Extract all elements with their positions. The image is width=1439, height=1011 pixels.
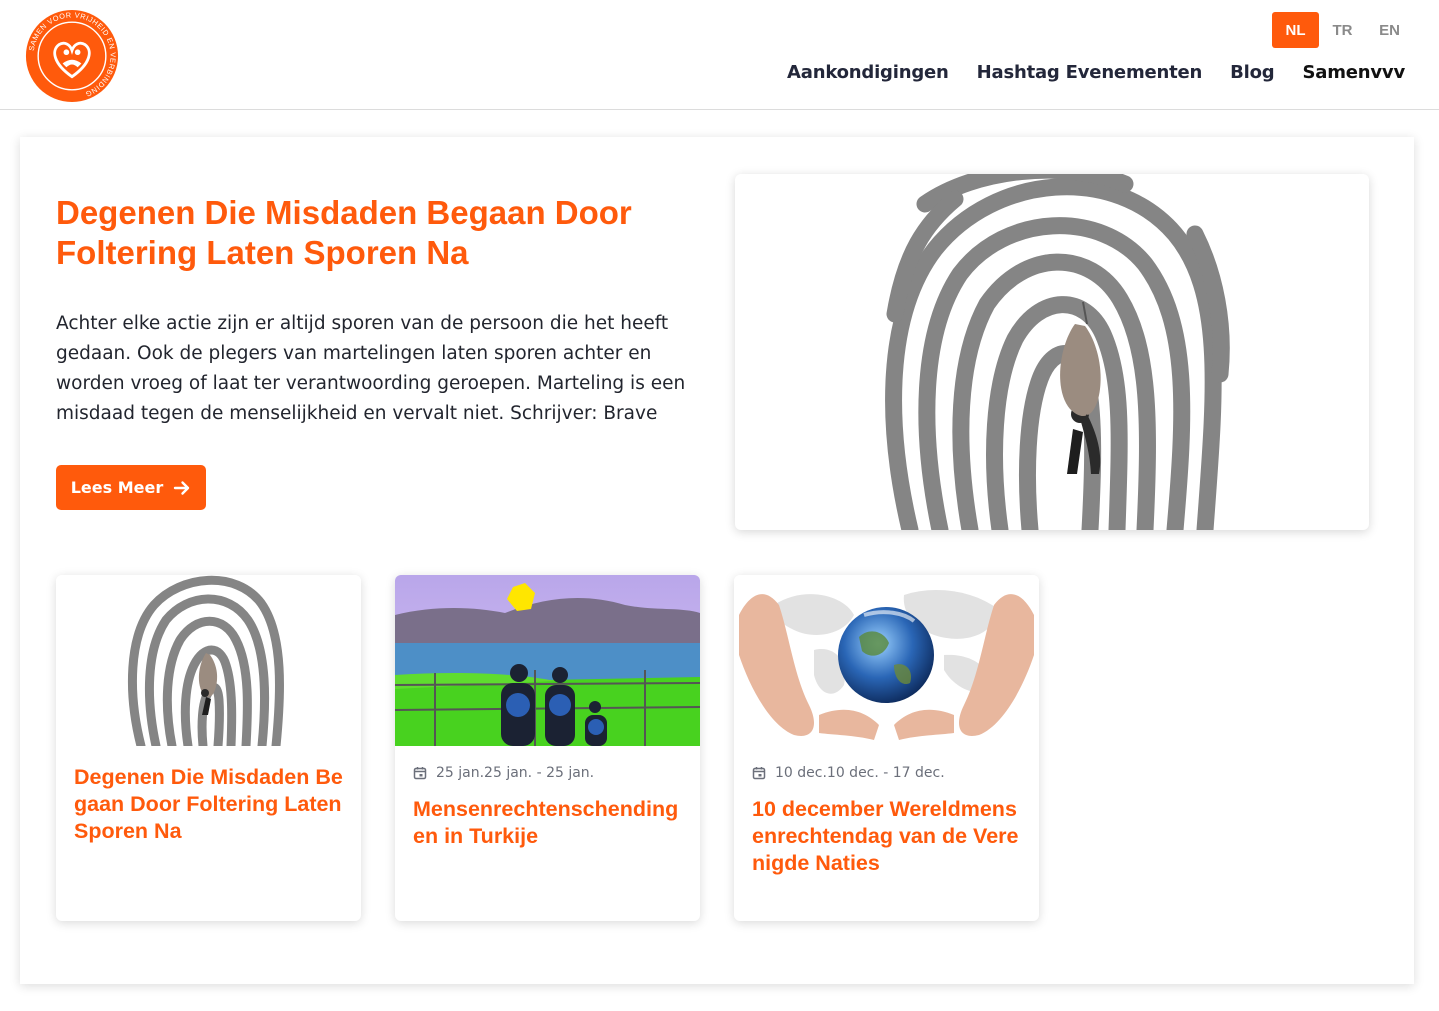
event-card-3[interactable]: 10 dec.10 dec. - 17 dec. 10 december Wer… [734,575,1039,921]
language-tr-button[interactable]: TR [1319,12,1366,48]
card-title[interactable]: 10 december Wereldmensenrechtendag van d… [752,796,1024,877]
featured-excerpt: Achter elke actie zijn er altijd sporen … [56,313,686,424]
nav-item-blog[interactable]: Blog [1230,62,1275,83]
calendar-icon [413,767,427,780]
card-date: 25 jan.25 jan. - 25 jan. [413,765,594,781]
nav-item-samenvvv[interactable]: Samenvvv [1303,62,1406,83]
card-date-text: 25 jan.25 jan. - 25 jan. [436,765,595,781]
site-logo[interactable]: SAMEN VOOR VRIJHEID EN VERBINDING [25,9,119,103]
read-more-label: Lees Meer [70,478,164,497]
card-image [395,575,700,746]
fingerprint-image [885,174,1230,530]
card-date: 10 dec.10 dec. - 17 dec. [752,765,945,781]
arrow-right-icon [174,480,190,495]
language-switcher: NL TR EN [1272,12,1413,48]
nav-item-aankondigingen[interactable]: Aankondigingen [787,62,949,83]
nav-item-hashtag-evenementen[interactable]: Hashtag Evenementen [977,62,1203,83]
event-card-2[interactable]: 25 jan.25 jan. - 25 jan. Mensenrechtensc… [395,575,700,921]
featured-section: Degenen Die Misdaden Begaan Door Folteri… [20,137,1414,984]
fingerprint-image [56,575,361,746]
hands-around-earth-image [734,575,1039,746]
card-title[interactable]: Degenen Die Misdaden Begaan Door Folteri… [74,764,346,845]
calendar-icon [752,767,766,780]
card-date-text: 10 dec.10 dec. - 17 dec. [775,765,945,781]
site-header: SAMEN VOOR VRIJHEID EN VERBINDING NL TR … [0,0,1439,110]
card-title[interactable]: Mensenrechtenschendingen in Turkije [413,796,685,850]
read-more-button[interactable]: Lees Meer [56,465,206,510]
card-image [56,575,361,746]
article-card-1[interactable]: Degenen Die Misdaden Begaan Door Folteri… [56,575,361,921]
card-image [734,575,1039,746]
main-navigation: Aankondigingen Hashtag Evenementen Blog … [787,62,1405,83]
featured-title[interactable]: Degenen Die Misdaden Begaan Door Folteri… [56,193,696,273]
language-en-button[interactable]: EN [1366,12,1413,48]
barbed-wire-family-image [395,575,700,746]
featured-image[interactable] [735,174,1369,530]
language-nl-button[interactable]: NL [1272,12,1319,48]
